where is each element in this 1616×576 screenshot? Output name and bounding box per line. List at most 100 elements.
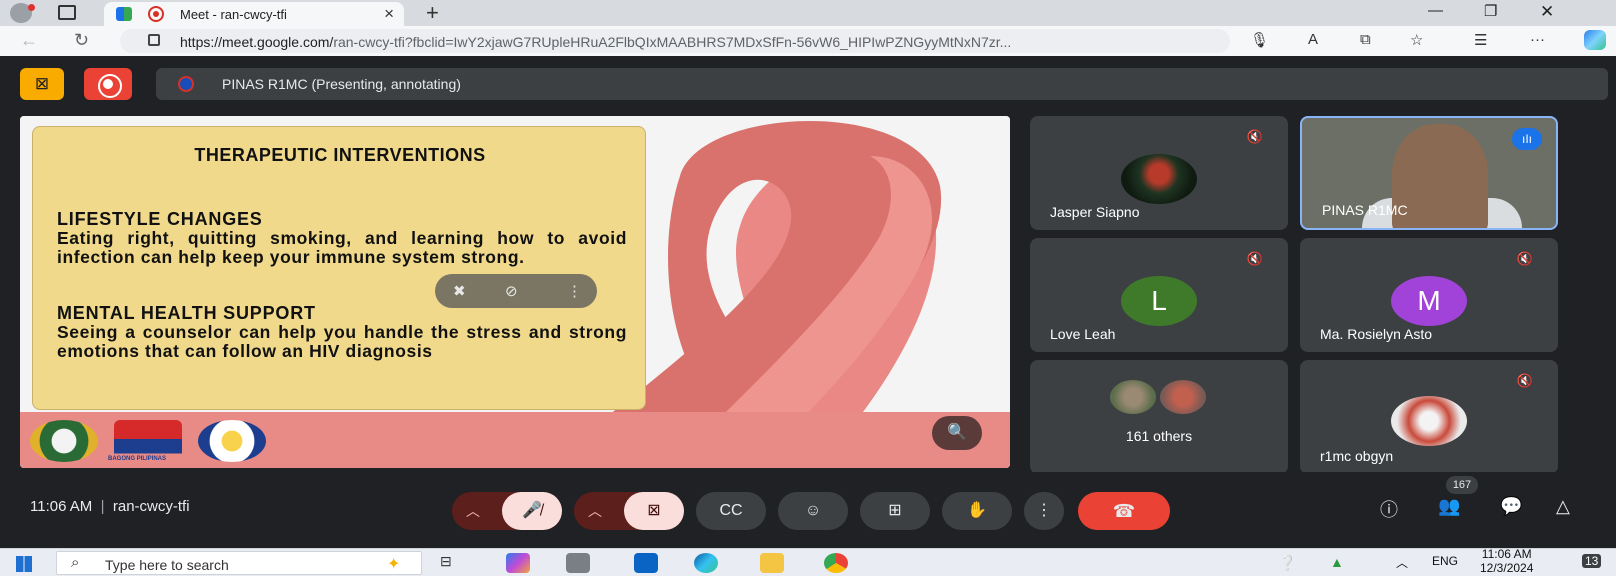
browser-tab-bar: Meet - ran-cwcy-tfi × + — ❐ ✕	[0, 0, 1616, 26]
presentation-stage: THERAPEUTIC INTERVENTIONS LIFESTYLE CHAN…	[20, 116, 1010, 468]
people-icon[interactable]: 👥	[1438, 496, 1460, 517]
meeting-info: 11:06 AM | ran-cwcy-tfi	[30, 498, 190, 515]
ph-seal-logo	[198, 420, 266, 462]
read-aloud-icon[interactable]: A	[1308, 31, 1318, 48]
windows-start-icon[interactable]	[16, 556, 32, 572]
speaking-indicator-icon: ıIı	[1512, 128, 1542, 150]
tab-close-button[interactable]: ×	[384, 4, 394, 24]
app-icon[interactable]	[566, 553, 590, 573]
camera-control: ︿ ⊠	[574, 492, 684, 530]
tab-actions-icon[interactable]	[58, 5, 76, 20]
participant-tile-speaker[interactable]: ıIı PINAS R1MC	[1300, 116, 1558, 230]
participant-avatar: L	[1121, 276, 1197, 326]
camera-toggle-button[interactable]: ⊠	[624, 492, 684, 530]
others-avatar	[1160, 380, 1206, 414]
presenter-bar: PINAS R1MC (Presenting, annotating)	[156, 68, 1608, 100]
edge-app-icon[interactable]	[694, 553, 718, 573]
participant-tile-others[interactable]: 161 others	[1030, 360, 1288, 474]
slide-text-card: THERAPEUTIC INTERVENTIONS LIFESTYLE CHAN…	[32, 126, 646, 410]
logo-caption: BAGONG PILIPINAS	[108, 456, 167, 462]
participant-avatar	[1391, 396, 1467, 446]
taskbar-search-box[interactable]: ⌕ Type here to search ✦	[56, 551, 422, 575]
microphone-control: ︿ 🎤̸	[452, 492, 562, 530]
participant-tile[interactable]: 🔇 Jasper Siapno	[1030, 116, 1288, 230]
help-icon[interactable]: ❔	[1278, 554, 1297, 572]
clock-date: 12/3/2024	[1480, 561, 1534, 575]
participant-name: r1mc obgyn	[1320, 448, 1394, 464]
search-icon: ⌕	[71, 554, 80, 571]
present-screen-button[interactable]: ⊞	[860, 492, 930, 530]
back-arrow-icon[interactable]: ←	[20, 30, 38, 51]
more-menu-icon[interactable]: ···	[1530, 31, 1545, 48]
participant-name: 161 others	[1125, 428, 1193, 444]
file-explorer-icon[interactable]	[760, 553, 784, 573]
others-avatars	[1110, 380, 1210, 414]
search-highlight-icon: ✦	[387, 556, 401, 573]
notification-count[interactable]: 13	[1582, 554, 1602, 568]
address-bar[interactable]: https://meet.google.com/ran-cwcy-tfi?fbc…	[120, 29, 1230, 53]
others-avatar	[1110, 380, 1156, 414]
participant-name: Jasper Siapno	[1050, 204, 1140, 220]
favorite-star-icon[interactable]: ☆	[1410, 31, 1423, 49]
raise-hand-button[interactable]: ✋	[942, 492, 1012, 530]
section-body-lifestyle: Eating right, quitting smoking, and lear…	[57, 228, 627, 267]
restore-button[interactable]: ❐	[1484, 2, 1497, 20]
copilot-icon[interactable]	[1584, 30, 1606, 50]
participant-tile[interactable]: 🔇 r1mc obgyn	[1300, 360, 1558, 474]
camera-options-chevron-icon[interactable]: ︿	[588, 492, 602, 530]
presenter-controls-pill: ✖ ⊘ ⋮	[435, 274, 597, 308]
new-tab-button[interactable]: +	[426, 0, 439, 26]
section-title-mental-health: MENTAL HEALTH SUPPORT	[57, 303, 316, 323]
notification-dot-icon	[28, 4, 35, 11]
emoji-reaction-button[interactable]: ☺	[778, 492, 848, 530]
participant-tile[interactable]: L 🔇 Love Leah	[1030, 238, 1288, 352]
doh-seal-logo	[30, 420, 98, 462]
section-body-mental-health: Seeing a counselor can help you handle t…	[57, 322, 627, 361]
task-view-icon[interactable]: ⊟	[440, 553, 464, 573]
chat-icon[interactable]: 💬	[1500, 496, 1522, 517]
mail-app-icon[interactable]	[634, 553, 658, 573]
section-title-lifestyle: LIFESTYLE CHANGES	[57, 209, 263, 229]
minimize-button[interactable]: —	[1428, 2, 1443, 19]
camera-off-indicator-button[interactable]: ⊠	[20, 68, 64, 100]
participant-tile[interactable]: M 🔇 Ma. Rosielyn Asto	[1300, 238, 1558, 352]
clock-time: 11:06 AM	[1481, 547, 1532, 561]
meeting-code: ran-cwcy-tfi	[112, 498, 190, 515]
microphone-icon[interactable]: 🎙	[1250, 31, 1269, 49]
browser-tab-meet[interactable]: Meet - ran-cwcy-tfi ×	[104, 2, 404, 26]
participant-avatar	[1121, 154, 1197, 204]
leave-call-button[interactable]: ☎	[1078, 492, 1170, 530]
more-options-icon[interactable]: ⋮	[567, 282, 582, 300]
presenting-label: PINAS R1MC (Presenting, annotating)	[222, 76, 461, 92]
chrome-app-icon[interactable]	[824, 553, 848, 573]
captions-button[interactable]: CC	[696, 492, 766, 530]
meeting-time: 11:06 AM	[30, 498, 93, 515]
tray-chevron-icon[interactable]: ︿	[1396, 554, 1408, 571]
zoom-in-button[interactable]: 🔍	[932, 416, 982, 450]
reload-icon[interactable]: ↻	[74, 30, 89, 51]
participant-count-badge: 167	[1446, 476, 1478, 494]
muted-mic-icon: 🔇	[1246, 129, 1264, 144]
mic-options-chevron-icon[interactable]: ︿	[466, 492, 480, 530]
activities-icon[interactable]: △	[1556, 496, 1570, 517]
taskbar-clock[interactable]: 11:06 AM 12/3/2024	[1480, 547, 1533, 575]
favorites-list-icon[interactable]: ☰	[1474, 31, 1487, 49]
search-placeholder: Type here to search	[105, 557, 229, 573]
language-indicator[interactable]: ENG	[1432, 554, 1458, 568]
muted-mic-icon: 🔇	[1246, 251, 1264, 266]
recording-indicator-icon	[148, 6, 164, 22]
mute-presenter-icon[interactable]: ✖	[453, 282, 466, 300]
presenter-avatar-icon	[178, 76, 194, 92]
windows-taskbar: ⌕ Type here to search ✦ ⊟ ❔ ▲ ︿ ENG 11:0…	[0, 547, 1616, 576]
microphone-toggle-button[interactable]: 🎤̸	[502, 492, 562, 530]
site-info-icon[interactable]	[148, 34, 160, 46]
tab-title: Meet - ran-cwcy-tfi	[180, 7, 287, 22]
chart-tray-icon[interactable]: ▲	[1330, 554, 1344, 570]
app-available-icon[interactable]: ⧉	[1360, 31, 1371, 48]
window-close-button[interactable]: ✕	[1540, 2, 1554, 22]
recording-button[interactable]	[84, 68, 132, 100]
more-options-button[interactable]: ⋮	[1024, 492, 1064, 530]
meeting-details-icon[interactable]: ⓘ	[1380, 496, 1398, 522]
hide-tile-icon[interactable]: ⊘	[505, 282, 518, 300]
copilot-app-icon[interactable]	[506, 553, 530, 573]
